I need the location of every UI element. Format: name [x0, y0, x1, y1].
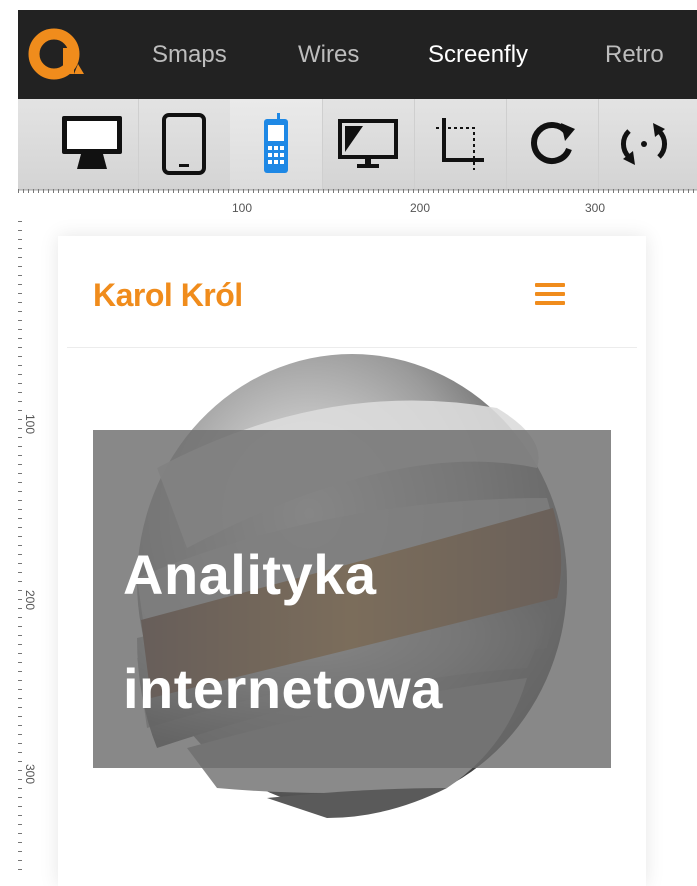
rotate-button[interactable] [506, 99, 599, 189]
horizontal-ruler-ticks [18, 189, 697, 193]
ruler-label-v300: 300 [23, 763, 38, 785]
tablet-button[interactable] [138, 99, 231, 189]
custom-size-button[interactable] [414, 99, 507, 189]
tablet-icon [162, 113, 206, 175]
site-header: Karol Król [67, 243, 637, 348]
ruler-label-v100: 100 [23, 413, 38, 435]
custom-size-icon [436, 118, 484, 170]
ruler-label-100: 100 [232, 201, 253, 215]
hero-section: Analityka internetowa [67, 348, 637, 875]
rotate-icon [531, 122, 575, 164]
ruler-label-v200: 200 [23, 589, 38, 611]
television-button[interactable] [322, 99, 415, 189]
television-icon [338, 119, 398, 168]
hamburger-menu-icon[interactable] [535, 283, 567, 307]
nav-item-screenfly[interactable]: Screenfly [428, 41, 528, 69]
nav-item-retro[interactable]: Retro [605, 41, 664, 69]
device-toolbar [18, 99, 697, 190]
scroll-icon [621, 123, 667, 165]
mobile-button[interactable] [230, 99, 323, 189]
top-nav-bar: Smaps Wires Screenfly Retro [18, 10, 697, 99]
app-logo-icon[interactable] [28, 28, 88, 80]
ruler-label-300: 300 [585, 201, 606, 215]
nav-item-wires[interactable]: Wires [298, 41, 359, 69]
mobile-preview-frame: Karol Król Analityka internetowa [67, 243, 637, 875]
nav-item-smaps[interactable]: Smaps [152, 41, 227, 69]
hero-title-line-1: Analityka [123, 543, 377, 606]
hero-title-line-2: internetowa [123, 657, 443, 720]
site-brand[interactable]: Karol Król [93, 277, 243, 314]
ruler-label-200: 200 [410, 201, 431, 215]
desktop-button[interactable] [46, 99, 139, 189]
hero-title: Analityka internetowa [123, 518, 593, 746]
mobile-icon [264, 113, 288, 173]
desktop-icon [62, 116, 122, 169]
vertical-ruler: 100 200 300 [18, 221, 46, 875]
horizontal-ruler: 100 200 300 [18, 189, 697, 221]
scroll-button[interactable] [598, 99, 690, 189]
